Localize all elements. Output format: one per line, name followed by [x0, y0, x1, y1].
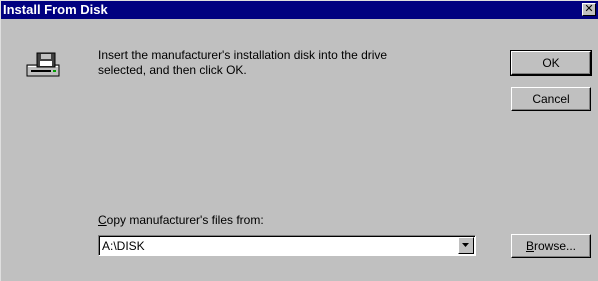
install-from-disk-dialog: Install From Disk ✕ Insert the manufactu…: [0, 0, 598, 281]
cancel-button-label: Cancel: [532, 92, 570, 106]
close-icon: ✕: [584, 2, 594, 15]
browse-label-accelerator: B: [525, 239, 534, 253]
copy-label-text: opy manufacturer's files from:: [106, 213, 264, 227]
cancel-button[interactable]: Cancel: [511, 87, 591, 111]
message-line-1: Insert the manufacturer's installation d…: [98, 48, 388, 62]
floppy-drive-icon: [26, 52, 60, 77]
copy-files-label: Copy manufacturer's files from:: [98, 213, 264, 227]
close-button[interactable]: ✕: [582, 3, 596, 16]
instruction-message: Insert the manufacturer's installation d…: [98, 48, 478, 78]
ok-button-label: OK: [542, 56, 560, 70]
dropdown-arrow-button[interactable]: [458, 237, 474, 254]
browse-label-text: rowse...: [534, 239, 577, 253]
title-bar[interactable]: Install From Disk ✕: [1, 1, 598, 19]
browse-button[interactable]: Browse...: [511, 234, 591, 258]
message-line-2: selected, and then click OK.: [98, 63, 247, 77]
window-title: Install From Disk: [3, 2, 108, 17]
source-path-value[interactable]: A:\DISK: [102, 239, 145, 253]
chevron-down-icon: [462, 243, 469, 247]
source-path-combobox[interactable]: A:\DISK: [98, 235, 476, 256]
ok-button[interactable]: OK: [510, 50, 592, 76]
copy-label-accelerator: C: [98, 213, 107, 227]
